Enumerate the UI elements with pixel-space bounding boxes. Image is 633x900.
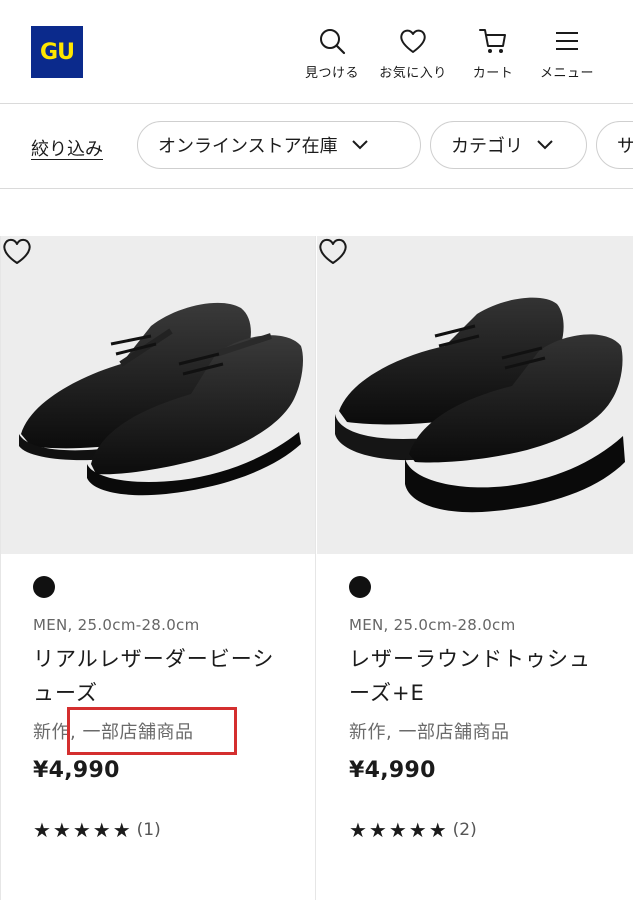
product-image[interactable] [317,236,633,554]
category-filter[interactable]: カテゴリ [430,121,587,169]
product-card[interactable]: MEN, 25.0cm-28.0cm レザーラウンドトゥシューズ+E 新作, 一… [317,236,633,900]
menu-label: メニュー [539,66,594,81]
cart-button[interactable]: カート [458,26,528,81]
rating-stars: ★★★★★ [33,818,133,842]
menu-button[interactable]: メニュー [532,26,602,81]
online-stock-filter[interactable]: オンラインストア在庫 [137,121,421,169]
review-count[interactable]: (2) [453,820,477,840]
product-grid: MEN, 25.0cm-28.0cm リアルレザーダービーシューズ 新作, 一部… [0,236,633,900]
product-price: ¥4,990 [33,758,120,783]
product-rating: ★★★★★ (2) [349,818,477,842]
category-filter-label: カテゴリ [451,136,523,157]
product-card[interactable]: MEN, 25.0cm-28.0cm リアルレザーダービーシューズ 新作, 一部… [0,236,316,900]
chevron-down-icon [537,140,553,150]
more-filter[interactable]: サ [596,121,633,169]
search-button[interactable]: 見つける [297,26,367,81]
favorite-heart-icon[interactable] [1,236,33,266]
shoe-image [19,302,304,496]
favorite-heart-icon[interactable] [317,236,349,266]
search-icon [320,29,346,55]
more-filter-label: サ [617,132,633,158]
product-tags: 新作, 一部店舗商品 [349,722,510,743]
online-stock-filter-label: オンラインストア在庫 [158,136,338,157]
hamburger-menu-icon [556,32,578,50]
review-count[interactable]: (1) [137,820,161,840]
gu-logo[interactable]: GU [31,26,83,78]
product-price: ¥4,990 [349,758,436,783]
cart-icon [479,29,506,53]
logo-text: GU [40,39,75,65]
product-name[interactable]: リアルレザーダービーシューズ [33,642,293,710]
product-image[interactable] [1,236,315,554]
heart-icon [400,29,426,53]
product-meta: MEN, 25.0cm-28.0cm [33,616,200,634]
favorites-button[interactable]: お気に入り [378,26,448,81]
product-rating: ★★★★★ (1) [33,818,161,842]
refine-link[interactable]: 絞り込み [31,135,103,161]
favorites-label: お気に入り [379,66,447,81]
product-name[interactable]: レザーラウンドトゥシューズ+E [349,642,609,710]
chevron-down-icon [351,140,368,150]
filter-bar: 絞り込み オンラインストア在庫 カテゴリ サ [0,104,633,189]
highlight-box [67,707,237,755]
color-swatch-black[interactable] [33,576,55,598]
search-label: 見つける [304,66,359,81]
rating-stars: ★★★★★ [349,818,449,842]
cart-label: カート [472,66,514,81]
product-meta: MEN, 25.0cm-28.0cm [349,616,516,634]
site-header: GU 見つける お気に入り カート メニュー [0,0,633,104]
shoe-image [335,297,625,513]
color-swatch-black[interactable] [349,576,371,598]
